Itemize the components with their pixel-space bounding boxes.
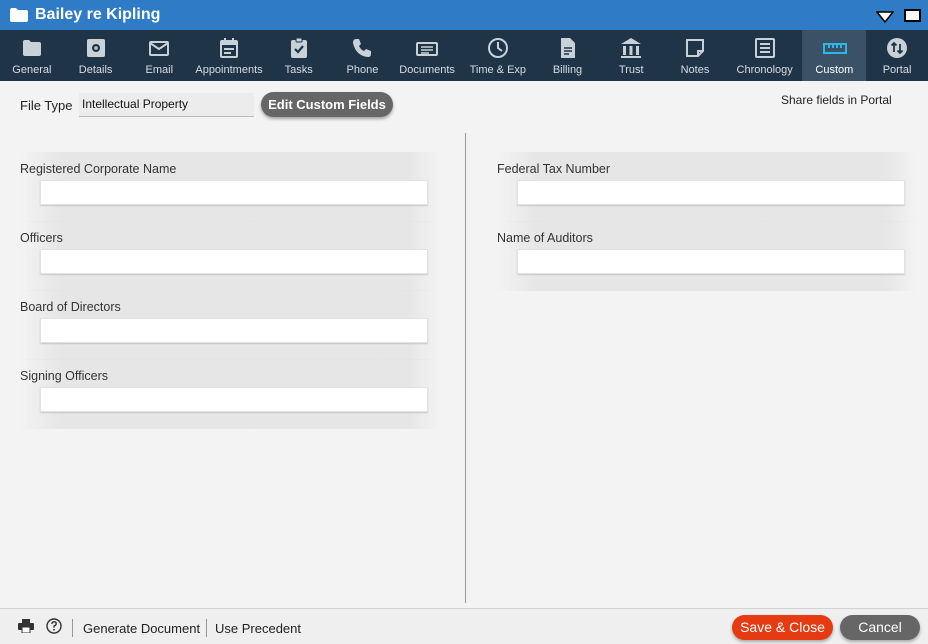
field-label: Officers bbox=[20, 231, 63, 245]
field-label: Board of Directors bbox=[20, 300, 121, 314]
save-close-button[interactable]: Save & Close bbox=[732, 615, 833, 640]
tab-phone[interactable]: Phone bbox=[331, 30, 395, 81]
field-board-of-directors: Board of Directors bbox=[20, 290, 440, 360]
tab-notes[interactable]: Notes bbox=[663, 30, 727, 81]
folder-icon bbox=[21, 37, 43, 59]
field-label: Name of Auditors bbox=[497, 231, 593, 245]
field-label: Signing Officers bbox=[20, 369, 109, 383]
dropdown-triangle-icon[interactable] bbox=[875, 10, 895, 28]
phone-icon bbox=[351, 37, 373, 59]
bank-icon bbox=[620, 37, 642, 59]
tab-trust[interactable]: Trust bbox=[599, 30, 663, 81]
field-name-of-auditors: Name of Auditors bbox=[497, 221, 917, 291]
tab-chronology[interactable]: Chronology bbox=[727, 30, 803, 81]
print-icon[interactable] bbox=[18, 619, 34, 638]
separator bbox=[72, 619, 73, 637]
file-type-field[interactable]: Intellectual Property bbox=[79, 93, 254, 117]
use-precedent-link[interactable]: Use Precedent bbox=[215, 621, 301, 636]
list-icon bbox=[754, 37, 776, 59]
registered-corporate-name-input[interactable] bbox=[40, 180, 428, 205]
field-signing-officers: Signing Officers bbox=[20, 359, 440, 429]
tab-email[interactable]: Email bbox=[127, 30, 191, 81]
board-of-directors-input[interactable] bbox=[40, 318, 428, 343]
field-label: Registered Corporate Name bbox=[20, 162, 177, 176]
tab-documents[interactable]: Documents bbox=[394, 30, 460, 81]
help-icon[interactable] bbox=[46, 618, 62, 639]
tab-appointments[interactable]: Appointments bbox=[191, 30, 267, 81]
ruler-icon bbox=[823, 37, 848, 59]
share-fields-portal-label[interactable]: Share fields in Portal bbox=[781, 93, 892, 107]
envelope-icon bbox=[148, 37, 170, 59]
signing-officers-input[interactable] bbox=[40, 387, 428, 412]
module-toolbar: General Details Email Appointments Tasks… bbox=[0, 30, 928, 81]
clipboard-check-icon bbox=[288, 37, 310, 59]
file-type-label: File Type bbox=[20, 98, 73, 113]
federal-tax-number-input[interactable] bbox=[517, 180, 905, 205]
title-bar: Bailey re Kipling bbox=[0, 0, 928, 30]
documents-icon bbox=[416, 37, 439, 59]
window-title: Bailey re Kipling bbox=[35, 6, 161, 23]
calendar-icon bbox=[218, 37, 240, 59]
invoice-icon bbox=[557, 37, 579, 59]
field-label: Federal Tax Number bbox=[497, 162, 611, 176]
field-officers: Officers bbox=[20, 221, 440, 291]
tab-details[interactable]: Details bbox=[64, 30, 128, 81]
tab-time-exp[interactable]: Time & Exp bbox=[460, 30, 536, 81]
cancel-button[interactable]: Cancel bbox=[840, 615, 920, 640]
footer-bar: Generate Document Use Precedent Save & C… bbox=[0, 608, 928, 644]
folder-icon bbox=[10, 8, 28, 27]
tab-billing[interactable]: Billing bbox=[536, 30, 600, 81]
field-federal-tax-number: Federal Tax Number bbox=[497, 152, 917, 222]
tab-tasks[interactable]: Tasks bbox=[267, 30, 331, 81]
generate-document-link[interactable]: Generate Document bbox=[83, 621, 200, 636]
name-of-auditors-input[interactable] bbox=[517, 249, 905, 274]
clock-icon bbox=[487, 37, 509, 59]
tab-custom[interactable]: Custom bbox=[802, 30, 867, 81]
gear-doc-icon bbox=[85, 37, 107, 59]
tab-portal[interactable]: Portal bbox=[866, 30, 928, 81]
edit-custom-fields-button[interactable]: Edit Custom Fields bbox=[261, 92, 393, 117]
field-registered-corporate-name: Registered Corporate Name bbox=[20, 152, 440, 222]
tab-general[interactable]: General bbox=[0, 30, 64, 81]
portal-icon bbox=[886, 37, 908, 59]
maximize-icon[interactable] bbox=[904, 9, 921, 22]
separator bbox=[206, 619, 207, 637]
officers-input[interactable] bbox=[40, 249, 428, 274]
note-icon bbox=[684, 37, 706, 59]
column-divider bbox=[465, 133, 466, 603]
